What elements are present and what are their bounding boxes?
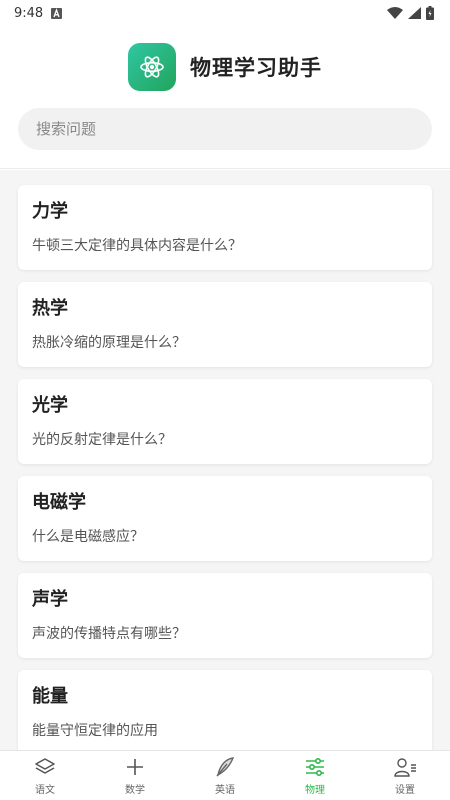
app-title: 物理学习助手 bbox=[190, 56, 322, 80]
topic-question: 牛顿三大定律的具体内容是什么？ bbox=[32, 238, 242, 254]
notification-a-icon bbox=[51, 7, 63, 19]
topic-card-optics[interactable]: 光学 光的反射定律是什么？ bbox=[18, 379, 432, 464]
search-input[interactable] bbox=[18, 108, 432, 150]
sliders-icon bbox=[303, 755, 327, 779]
topic-question: 声波的传播特点有哪些？ bbox=[32, 626, 186, 642]
topic-card-mechanics[interactable]: 力学 牛顿三大定律的具体内容是什么？ bbox=[18, 185, 432, 270]
user-settings-icon bbox=[393, 755, 417, 779]
tab-math[interactable]: 数学 bbox=[90, 751, 180, 800]
app-title-row: 物理学习助手 bbox=[0, 43, 450, 91]
topic-question: 光的反射定律是什么？ bbox=[32, 432, 172, 448]
topic-title: 光学 bbox=[32, 395, 68, 416]
plus-icon bbox=[123, 755, 147, 779]
topic-card-acoustics[interactable]: 声学 声波的传播特点有哪些？ bbox=[18, 573, 432, 658]
topic-title: 电磁学 bbox=[32, 492, 86, 513]
wifi-icon bbox=[387, 7, 403, 19]
topic-card-thermodynamics[interactable]: 热学 热胀冷缩的原理是什么？ bbox=[18, 282, 432, 367]
topic-card-energy[interactable]: 能量 能量守恒定律的应用 bbox=[18, 670, 432, 750]
topic-title: 声学 bbox=[32, 589, 68, 610]
atom-logo-icon bbox=[128, 43, 176, 91]
tab-label: 英语 bbox=[215, 785, 235, 796]
feather-icon bbox=[213, 755, 237, 779]
layers-icon bbox=[33, 755, 57, 779]
signal-icon bbox=[408, 7, 421, 19]
tab-chinese[interactable]: 语文 bbox=[0, 751, 90, 800]
tab-label: 数学 bbox=[125, 785, 145, 796]
topic-card-electromagnetism[interactable]: 电磁学 什么是电磁感应？ bbox=[18, 476, 432, 561]
tab-english[interactable]: 英语 bbox=[180, 751, 270, 800]
tab-physics[interactable]: 物理 bbox=[270, 751, 360, 800]
tab-label: 语文 bbox=[35, 785, 55, 796]
status-bar: 9:48 bbox=[0, 0, 450, 26]
tab-settings[interactable]: 设置 bbox=[360, 751, 450, 800]
topic-title: 热学 bbox=[32, 298, 68, 319]
topic-question: 能量守恒定律的应用 bbox=[32, 723, 158, 739]
status-time: 9:48 bbox=[14, 5, 44, 21]
topic-title: 能量 bbox=[32, 686, 68, 707]
topic-question: 什么是电磁感应？ bbox=[32, 529, 144, 545]
topic-list: 力学 牛顿三大定律的具体内容是什么？ 热学 热胀冷缩的原理是什么？ 光学 光的反… bbox=[0, 170, 450, 750]
topic-title: 力学 bbox=[32, 201, 68, 222]
battery-icon bbox=[426, 6, 434, 20]
header: 物理学习助手 bbox=[0, 26, 450, 169]
topic-question: 热胀冷缩的原理是什么？ bbox=[32, 335, 186, 351]
bottom-tab-bar: 语文 数学 英语 物理 设置 bbox=[0, 750, 450, 800]
tab-label: 物理 bbox=[305, 785, 325, 796]
tab-label: 设置 bbox=[395, 785, 415, 796]
